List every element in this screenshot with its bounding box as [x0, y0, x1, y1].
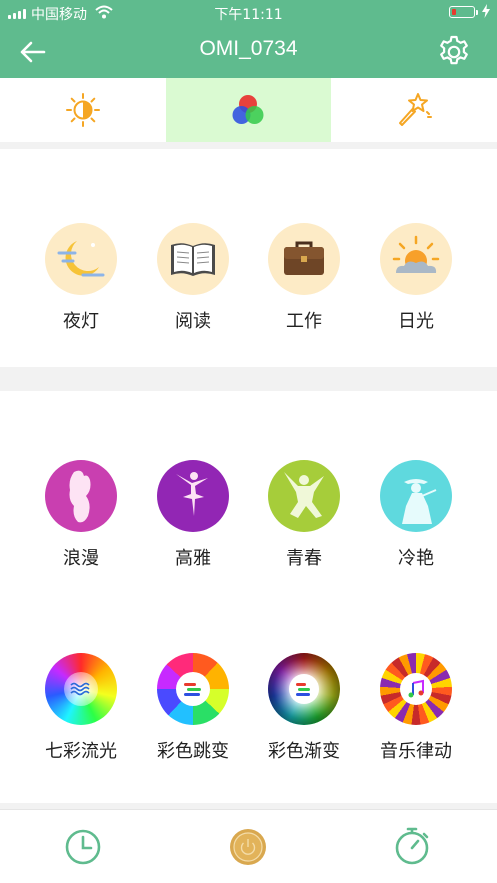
color-flow-icon	[70, 682, 90, 696]
settings-gear-icon[interactable]	[436, 34, 472, 70]
app-header: OMI_0734	[0, 26, 497, 78]
effect-label: 彩色渐变	[268, 741, 340, 762]
color-gradient-icon	[296, 683, 310, 696]
scene-daylight[interactable]: 日光	[366, 223, 466, 333]
ballerina-silhouette-icon	[176, 472, 208, 516]
effect-color-gradient[interactable]: 彩色渐变	[254, 653, 354, 763]
scene-section: 夜灯 阅读 工作 日光	[0, 149, 497, 367]
scene-reading[interactable]: 阅读	[143, 223, 243, 333]
magic-wand-icon	[398, 93, 432, 126]
scene-label: 日光	[398, 311, 434, 332]
color-jump-icon	[184, 683, 201, 696]
couple-silhouette-icon	[69, 470, 91, 523]
lady-hat-silhouette-icon	[402, 479, 437, 524]
power-icon[interactable]	[229, 828, 267, 866]
effect-label: 七彩流光	[45, 741, 117, 762]
effect-label: 彩色跳变	[157, 741, 229, 762]
bottom-toolbar	[0, 809, 497, 883]
mood-romantic[interactable]: 浪漫	[31, 460, 131, 570]
sun-cloud-icon	[392, 235, 440, 273]
music-rhythm-icon	[408, 679, 424, 698]
mood-youth[interactable]: 青春	[254, 460, 354, 570]
effect-music-rhythm[interactable]: 音乐律动	[366, 653, 466, 763]
clock-icon[interactable]	[64, 828, 102, 866]
mode-tabs	[0, 78, 497, 142]
tab-color[interactable]	[165, 78, 332, 142]
page-title: OMI_0734	[199, 37, 298, 60]
stopwatch-icon[interactable]	[394, 824, 432, 866]
mood-elegant[interactable]: 高雅	[143, 460, 243, 570]
briefcase-icon	[284, 241, 324, 275]
rgb-color-icon	[232, 95, 264, 124]
battery-icon	[449, 6, 478, 18]
scene-label: 工作	[286, 311, 322, 332]
tab-brightness[interactable]	[0, 78, 166, 142]
status-time: 下午11:11	[214, 7, 283, 23]
mood-label: 青春	[286, 548, 322, 569]
tab-magic[interactable]	[331, 78, 497, 142]
effect-color-flow[interactable]: 七彩流光	[31, 653, 131, 763]
status-bar: 中国移动 下午11:11	[0, 0, 497, 26]
mood-label: 浪漫	[63, 548, 99, 569]
charging-icon	[482, 4, 490, 18]
scene-label: 夜灯	[63, 311, 99, 332]
dancer-silhouette-icon	[284, 472, 324, 518]
mood-cool[interactable]: 冷艳	[366, 460, 466, 570]
mood-label: 高雅	[175, 548, 211, 569]
brightness-icon	[65, 93, 100, 127]
mood-effect-section: 浪漫 高雅 青春 冷艳 七彩流光 彩色跳变 彩色渐变 音乐律动	[0, 391, 497, 803]
scene-night-light[interactable]: 夜灯	[31, 223, 131, 333]
moon-night-icon	[57, 241, 105, 277]
mood-label: 冷艳	[398, 548, 434, 569]
scene-label: 阅读	[175, 311, 211, 332]
open-book-icon	[171, 243, 215, 276]
effect-label: 音乐律动	[380, 741, 452, 762]
effect-color-jump[interactable]: 彩色跳变	[143, 653, 243, 763]
scene-work[interactable]: 工作	[254, 223, 354, 333]
